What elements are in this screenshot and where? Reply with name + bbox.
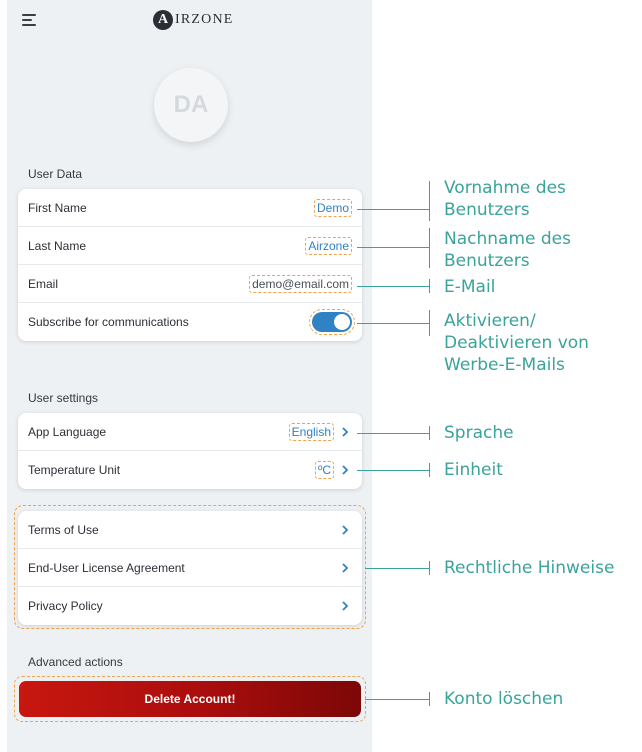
- section-title-user-data: User Data: [28, 167, 83, 181]
- chevron-right-icon[interactable]: [338, 463, 352, 477]
- temperature-unit-label: Temperature Unit: [28, 463, 121, 477]
- app-language-row[interactable]: App Language English: [18, 413, 362, 451]
- airzone-logo: A IRZONE: [153, 10, 234, 30]
- email-label: Email: [28, 276, 59, 291]
- first-name-label: First Name: [28, 200, 87, 215]
- callout-bracket-subscribe: [429, 310, 430, 336]
- callout-bracket-first-name: [429, 181, 430, 221]
- callout-tick-unit: [429, 463, 430, 477]
- terms-of-use-row[interactable]: Terms of Use: [18, 511, 362, 549]
- callout-line-delete: [365, 699, 429, 700]
- logo-text: IRZONE: [175, 12, 234, 27]
- user-settings-card: App Language English Temperature Unit ºC: [18, 413, 362, 489]
- callout-line-subscribe: [357, 323, 429, 324]
- subscribe-toggle[interactable]: [309, 309, 355, 335]
- callout-subscribe: Aktivieren/ Deaktivieren von Werbe-E-Mai…: [444, 311, 589, 375]
- last-name-row[interactable]: Last Name Airzone: [18, 227, 362, 265]
- subscribe-label: Subscribe for communications: [28, 315, 189, 329]
- last-name-value[interactable]: Airzone: [305, 236, 352, 255]
- app-screen: A IRZONE DA User Data First Name Demo La…: [7, 0, 372, 752]
- callout-email: E-Mail: [444, 277, 496, 297]
- privacy-policy-label: Privacy Policy: [28, 599, 103, 613]
- avatar[interactable]: DA: [154, 68, 228, 142]
- temperature-unit-value: ºC: [314, 461, 334, 479]
- hamburger-menu-icon[interactable]: [22, 14, 36, 26]
- temperature-unit-row[interactable]: Temperature Unit ºC: [18, 451, 362, 489]
- logo-mark: A: [153, 10, 173, 30]
- callout-legal: Rechtliche Hinweise: [444, 558, 615, 578]
- privacy-policy-row[interactable]: Privacy Policy: [18, 587, 362, 625]
- callout-tick-email: [429, 279, 430, 293]
- callout-line-unit: [357, 470, 429, 471]
- email-row[interactable]: Email demo@email.com: [18, 265, 362, 303]
- email-value[interactable]: demo@email.com: [249, 274, 352, 293]
- callout-line-email: [357, 286, 429, 287]
- chevron-right-icon[interactable]: [338, 523, 352, 537]
- chevron-right-icon[interactable]: [338, 561, 352, 575]
- first-name-value[interactable]: Demo: [313, 198, 352, 217]
- last-name-label: Last Name: [28, 238, 87, 253]
- eula-label: End-User License Agreement: [28, 560, 185, 575]
- callout-tick-delete: [429, 692, 430, 706]
- terms-of-use-label: Terms of Use: [28, 522, 99, 537]
- section-title-user-settings: User settings: [28, 391, 99, 405]
- delete-account-button[interactable]: Delete Account!: [19, 681, 361, 717]
- user-data-card: First Name Demo Last Name Airzone Email …: [18, 189, 362, 341]
- callout-tick-legal: [429, 561, 430, 575]
- toggle-knob: [334, 314, 350, 330]
- app-language-value: English: [288, 422, 334, 441]
- callout-line-language: [357, 433, 429, 434]
- callout-language: Sprache: [444, 423, 514, 443]
- section-title-advanced: Advanced actions: [28, 655, 123, 669]
- callout-delete: Konto löschen: [444, 689, 564, 709]
- subscribe-row: Subscribe for communications: [18, 303, 362, 341]
- eula-row[interactable]: End-User License Agreement: [18, 549, 362, 587]
- callout-line-legal: [365, 568, 429, 569]
- chevron-right-icon[interactable]: [338, 599, 352, 613]
- callout-line-first-name: [357, 209, 429, 210]
- chevron-right-icon[interactable]: [338, 425, 352, 439]
- first-name-row[interactable]: First Name Demo: [18, 189, 362, 227]
- callout-tick-language: [429, 426, 430, 440]
- legal-card: Terms of Use End-User License Agreement …: [18, 511, 362, 625]
- callout-last-name: Nachname des Benutzers: [444, 229, 571, 271]
- app-language-label: App Language: [28, 424, 107, 439]
- callout-bracket-last-name: [429, 228, 430, 268]
- callout-line-last-name: [357, 247, 429, 248]
- callout-unit: Einheit: [444, 460, 503, 480]
- callout-first-name: Vornahme des Benutzers: [444, 178, 566, 220]
